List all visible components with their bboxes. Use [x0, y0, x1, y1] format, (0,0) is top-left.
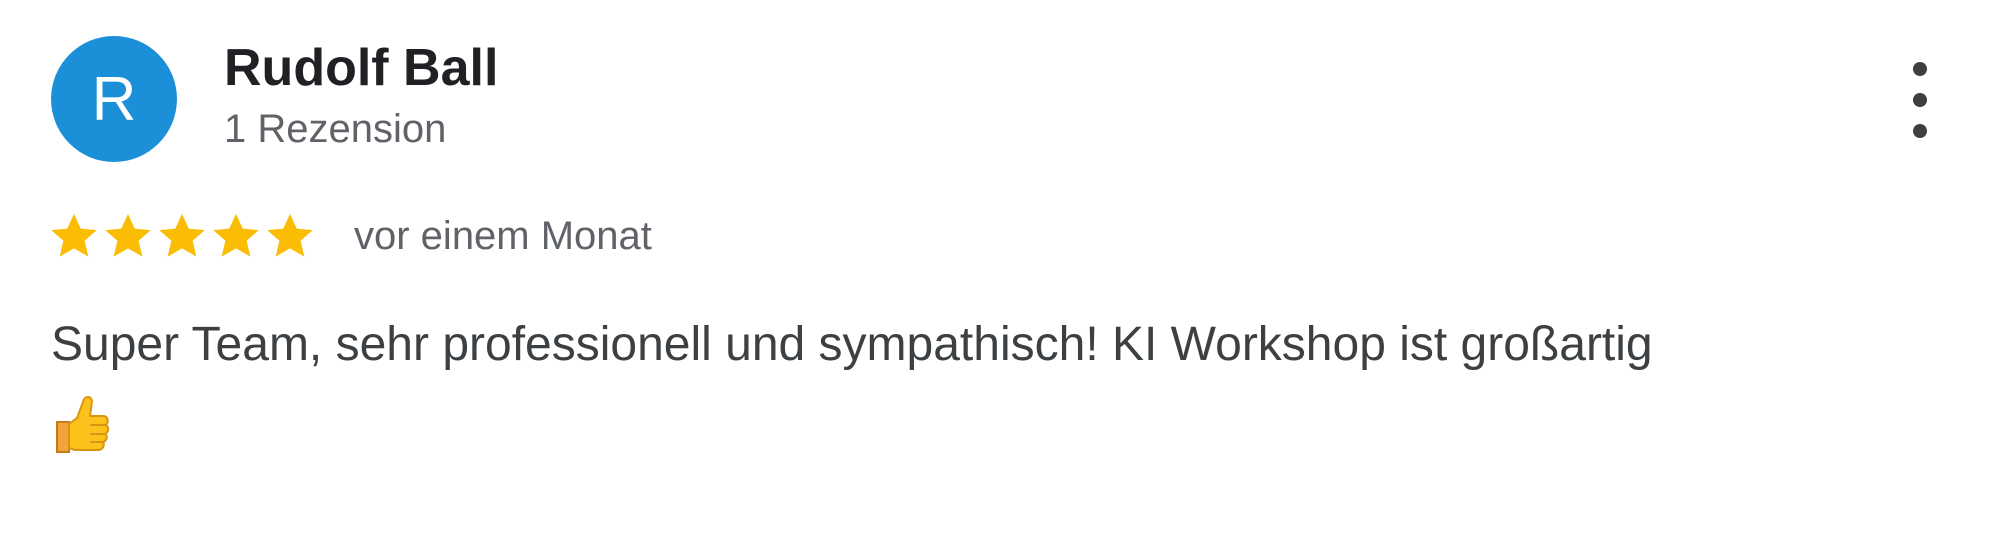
more-vert-icon	[1913, 62, 1927, 138]
avatar-letter: R	[91, 65, 137, 134]
star-icon	[51, 213, 97, 257]
more-vert-dot	[1913, 93, 1927, 107]
review-text: Super Team, sehr professionell und sympa…	[51, 318, 1653, 371]
rating-row: vor einem Monat	[48, 206, 652, 266]
more-options-button[interactable]	[1900, 62, 1940, 142]
author-name[interactable]: Rudolf Ball	[224, 36, 498, 100]
star-icon	[159, 213, 205, 257]
review-card: R Rudolf Ball 1 Rezension vor einem Mona…	[0, 0, 2000, 548]
more-vert-dot	[1913, 62, 1927, 76]
star-icon	[105, 213, 151, 257]
star-icon	[267, 213, 313, 257]
avatar[interactable]: R	[51, 36, 177, 162]
more-vert-dot	[1913, 124, 1927, 138]
review-count[interactable]: 1 Rezension	[224, 104, 446, 154]
star-rating	[48, 210, 318, 262]
star-icon	[213, 213, 259, 257]
review-date: vor einem Monat	[354, 214, 652, 258]
thumbs-up-icon	[56, 396, 110, 453]
